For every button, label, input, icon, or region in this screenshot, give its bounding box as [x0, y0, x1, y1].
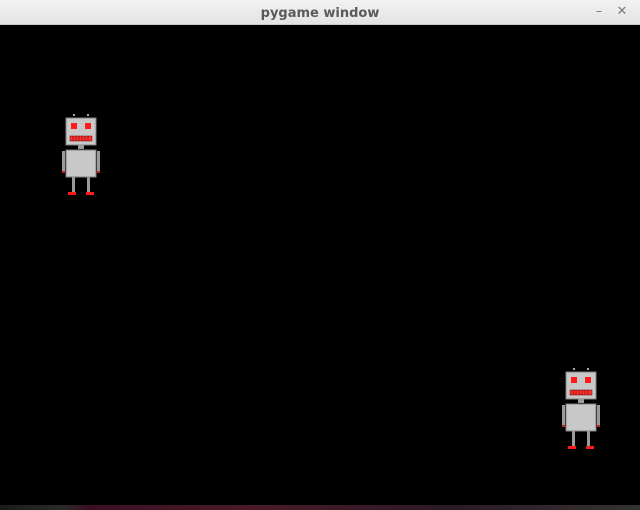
pygame-window: pygame window – ✕ [0, 0, 640, 510]
window-title: pygame window [260, 6, 380, 21]
title-bar[interactable]: pygame window – ✕ [0, 0, 640, 25]
robot-sprite [62, 114, 100, 195]
robot-sprite [562, 368, 600, 449]
taskbar-edge [0, 505, 640, 510]
minimize-button[interactable]: – [589, 2, 609, 22]
game-canvas[interactable] [0, 25, 640, 505]
close-button[interactable]: ✕ [612, 2, 632, 22]
